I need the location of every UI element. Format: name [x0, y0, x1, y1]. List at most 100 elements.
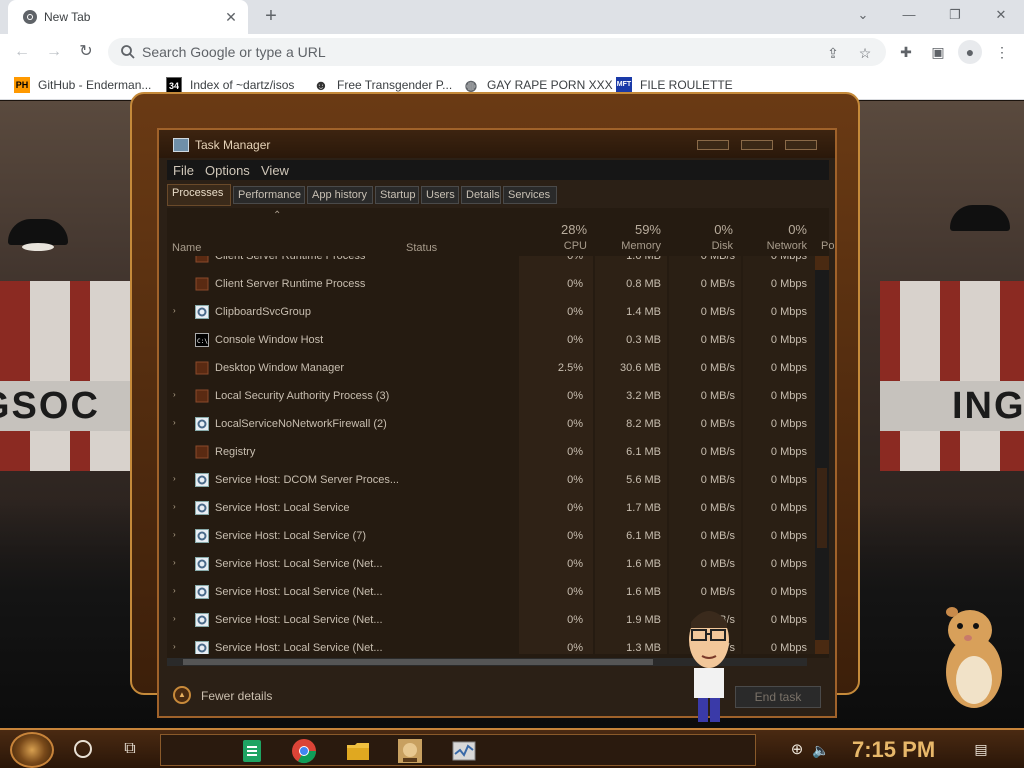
cpu-value: 0% [567, 530, 583, 542]
col-power[interactable]: Po [821, 240, 834, 252]
table-row[interactable]: › Service Host: Local Service (7) 0% 6.1 MB… [167, 522, 815, 550]
table-row[interactable]: › LocalServiceNoNetworkFirewall (2) 0% 8.2 … [167, 410, 815, 438]
expand-arrow-icon[interactable]: › [173, 503, 179, 511]
expand-arrow-icon[interactable]: › [173, 531, 179, 539]
table-row[interactable]: › Service Host: DCOM Server Proces... 0% 5.… [167, 466, 815, 494]
file-explorer-icon[interactable] [345, 738, 371, 764]
task-manager-icon [173, 138, 189, 152]
expand-arrow-icon[interactable]: › [173, 615, 179, 623]
table-row[interactable]: Registry 0% 6.1 MB 0 MB/s 0 Mbps [167, 438, 815, 466]
notification-icon[interactable]: ▤ [972, 741, 990, 757]
bookmark-item[interactable]: PH GitHub - Enderman... [14, 76, 151, 94]
col-name[interactable]: Name [172, 242, 201, 254]
tm-titlebar[interactable]: Task Manager [159, 130, 835, 158]
expand-arrow-icon[interactable]: › [173, 391, 179, 399]
restore-button[interactable]: ❐ [932, 4, 978, 28]
table-row[interactable]: › Local Security Authority Process (3) 0% 3… [167, 382, 815, 410]
globe-icon[interactable]: ⊕ [788, 741, 806, 759]
menu-file[interactable]: File [173, 163, 194, 178]
lamp-right [950, 205, 1010, 231]
search-circle-icon[interactable] [74, 740, 92, 758]
chrome-icon[interactable] [291, 738, 317, 764]
table-row[interactable]: Client Server Runtime Process 0% 1.0 MB 0 M… [167, 256, 815, 270]
tab-services[interactable]: Services [503, 186, 557, 204]
col-memory[interactable]: Memory [617, 240, 661, 252]
tab-users[interactable]: Users [421, 186, 459, 204]
h-scrollbar-thumb[interactable] [183, 659, 653, 665]
table-row[interactable]: › ClipboardSvcGroup 0% 1.4 MB 0 MB/s 0 Mbps [167, 298, 815, 326]
sheets-icon[interactable] [239, 738, 265, 764]
volume-icon[interactable]: 🔈 [812, 741, 830, 759]
tab-new-tab[interactable]: New Tab ✕ [8, 0, 248, 34]
tab-app-history[interactable]: App history [307, 186, 373, 204]
omnibox-input[interactable] [142, 42, 802, 62]
expand-arrow-icon[interactable]: › [173, 475, 179, 483]
side-panel-icon[interactable]: ▣ [926, 40, 950, 64]
cpu-value: 0% [567, 614, 583, 626]
minimize-button[interactable]: — [886, 4, 932, 28]
bookmark-star-icon[interactable]: ☆ [856, 44, 874, 62]
tm-close-button[interactable] [785, 140, 817, 150]
process-name: Client Server Runtime Process [215, 278, 366, 290]
omnibox[interactable]: ⇪ ☆ [108, 38, 886, 66]
table-row[interactable]: › Service Host: Local Service 0% 1.7 MB 0 MB… [167, 494, 815, 522]
expand-arrow-icon[interactable]: › [173, 307, 179, 315]
expand-arrow-icon[interactable]: › [173, 587, 179, 595]
disk-value: 0 MB/s [700, 418, 735, 430]
col-network[interactable]: Network [763, 240, 807, 252]
fewer-details-link[interactable]: Fewer details [201, 689, 272, 703]
forward-icon[interactable]: → [42, 40, 66, 64]
memory-value: 1.3 MB [626, 642, 661, 654]
new-tab-button[interactable]: + [260, 6, 282, 28]
close-tab-icon[interactable]: ✕ [222, 8, 240, 26]
tm-tabs: Processes Performance App history Startu… [167, 184, 829, 206]
expand-arrow-icon[interactable]: › [173, 419, 179, 427]
vertical-scrollbar[interactable] [815, 256, 829, 654]
task-manager-icon[interactable] [451, 738, 477, 764]
col-cpu[interactable]: CPU [561, 240, 587, 252]
menu-view[interactable]: View [261, 163, 289, 178]
menu-icon[interactable]: ⋮ [990, 40, 1014, 64]
scroll-up-button[interactable] [815, 256, 829, 270]
reload-icon[interactable]: ↻ [74, 40, 98, 64]
share-icon[interactable]: ⇪ [824, 44, 842, 62]
back-icon[interactable]: ← [10, 40, 34, 64]
extensions-icon[interactable]: ✚ [894, 40, 918, 64]
expand-arrow-icon[interactable]: › [173, 559, 179, 567]
table-row[interactable]: Desktop Window Manager 2.5% 30.6 MB 0 MB/s 0… [167, 354, 815, 382]
task-manager-window[interactable]: Task Manager File Options View Processes… [157, 128, 837, 718]
expand-arrow-icon[interactable]: › [173, 643, 179, 651]
table-row[interactable]: Client Server Runtime Process 0% 0.8 MB 0 M… [167, 270, 815, 298]
chevron-up-icon[interactable]: ▲ [173, 686, 191, 704]
tm-maximize-button[interactable] [741, 140, 773, 150]
cpu-value: 2.5% [557, 362, 583, 374]
tm-minimize-button[interactable] [697, 140, 729, 150]
scrollbar-thumb[interactable] [817, 468, 827, 548]
network-value: 0 Mbps [770, 586, 807, 598]
col-disk[interactable]: Disk [697, 240, 733, 252]
gear-icon [195, 501, 209, 515]
menu-options[interactable]: Options [205, 163, 250, 178]
network-value: 0 Mbps [770, 530, 807, 542]
table-row[interactable]: › Service Host: Local Service (Net... 0% 1.… [167, 550, 815, 578]
memory-value: 1.6 MB [626, 558, 661, 570]
end-task-button[interactable]: End task [735, 686, 821, 708]
close-window-button[interactable]: ✕ [978, 4, 1024, 28]
cpu-value: 0% [567, 418, 583, 430]
clock[interactable]: 7:15 PM [852, 737, 935, 763]
sandbox-icon[interactable] [397, 738, 423, 764]
table-row[interactable]: C:\ Console Window Host 0% 0.3 MB 0 MB/s 0 Mb… [167, 326, 815, 354]
disk-value: 0 MB/s [700, 502, 735, 514]
profile-avatar-icon[interactable]: ● [958, 40, 982, 64]
task-view-icon[interactable]: ⧉ [120, 740, 140, 758]
col-status[interactable]: Status [406, 242, 437, 254]
network-value: 0 Mbps [770, 390, 807, 402]
scroll-down-button[interactable] [815, 640, 829, 654]
start-button[interactable] [10, 732, 54, 768]
tab-startup[interactable]: Startup [375, 186, 419, 204]
network-value: 0 Mbps [770, 278, 807, 290]
tab-search-icon[interactable]: ⌄ [840, 4, 886, 28]
tab-details[interactable]: Details [461, 186, 501, 204]
tab-processes[interactable]: Processes [167, 184, 231, 206]
tab-performance[interactable]: Performance [233, 186, 305, 204]
